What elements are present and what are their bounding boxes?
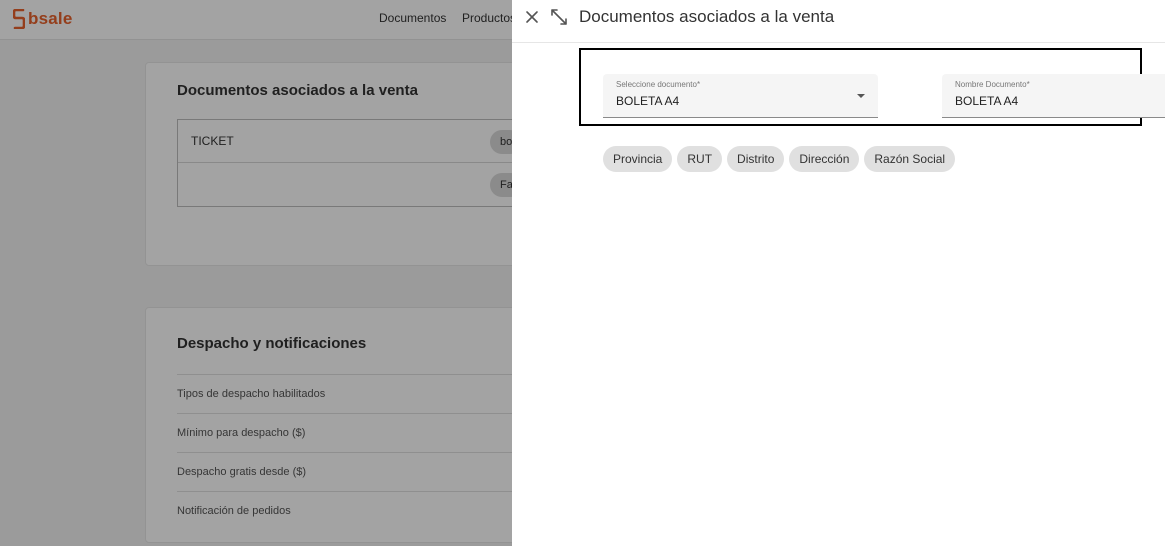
panel-title: Documentos asociados a la venta (579, 7, 835, 26)
chip-rut[interactable]: RUT (677, 146, 723, 172)
document-name-label: Nombre Documento* (955, 80, 1030, 89)
chip-provincia[interactable]: Provincia (603, 146, 673, 172)
select-document-label: Seleccione documento* (616, 80, 701, 89)
chip-direccion[interactable]: Dirección (789, 146, 860, 172)
document-name-field[interactable]: Nombre Documento* (942, 74, 1165, 118)
dropdown-arrow-icon[interactable] (856, 92, 866, 100)
select-document-field[interactable]: Seleccione documento* BOLETA A4 (603, 74, 878, 118)
document-name-input[interactable] (955, 94, 1145, 108)
expand-button[interactable] (549, 7, 569, 27)
select-document-value: BOLETA A4 (616, 94, 680, 108)
field-chip-row: Provincia RUT Distrito Dirección Razón S… (603, 146, 956, 172)
panel-header: Documentos asociados a la venta (512, 0, 1165, 43)
chip-razon-social[interactable]: Razón Social (864, 146, 956, 172)
side-panel: Documentos asociados a la venta Seleccio… (512, 0, 1165, 546)
chip-distrito[interactable]: Distrito (727, 146, 785, 172)
close-button[interactable] (522, 7, 542, 27)
close-icon (526, 11, 538, 23)
page: bsale Documentos Productos Documentos as… (0, 0, 1165, 546)
expand-icon (551, 9, 567, 25)
